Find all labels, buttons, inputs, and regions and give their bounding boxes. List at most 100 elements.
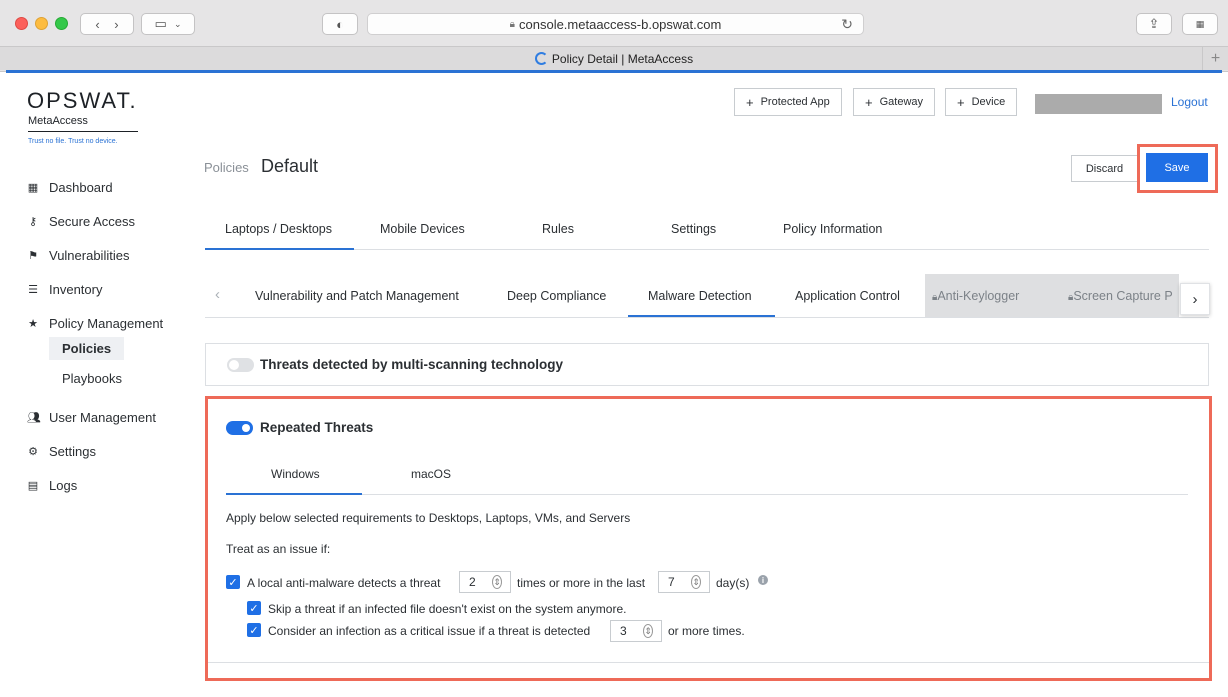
stepper-arrows-icon[interactable]: ⇕ [492, 575, 502, 589]
subtab-malware-detection[interactable]: Malware Detection [648, 289, 752, 303]
rule3-label: Consider an infection as a critical issu… [268, 624, 591, 638]
rule1-checkbox[interactable]: ✓ [226, 575, 240, 589]
back-forward-buttons[interactable]: ‹ › [80, 13, 134, 35]
opswat-logo: OPSWAT. [27, 88, 138, 113]
subtab-deep-compliance[interactable]: Deep Compliance [507, 289, 606, 303]
sidebar-item-label: Logs [49, 477, 78, 493]
chevron-left-icon[interactable]: ‹ [95, 17, 99, 32]
treat-as-issue-label: Treat as an issue if: [226, 542, 331, 556]
tab-laptops-desktops[interactable]: Laptops / Desktops [225, 222, 332, 236]
grid-icon: ▦ [1195, 18, 1205, 29]
new-tab-button[interactable]: + [1202, 47, 1228, 70]
threat-count-stepper[interactable]: 2 ⇕ [459, 571, 511, 593]
sidebar-toggle-button[interactable]: ▭ ⌄ [141, 13, 195, 35]
stepper-arrows-icon[interactable]: ⇕ [643, 624, 653, 638]
rule3-checkbox[interactable]: ✓ [247, 623, 261, 637]
chevron-right-icon[interactable]: › [114, 17, 118, 32]
sidebar-item-user-management[interactable]: 👥︎ User Management [27, 408, 156, 426]
tab-settings[interactable]: Settings [671, 222, 716, 236]
gear-icon: ⚙ [28, 445, 38, 458]
sidebar-item-vulnerabilities[interactable]: ⚑ Vulnerabilities [27, 246, 129, 264]
critical-count-stepper[interactable]: 3 ⇕ [610, 620, 662, 642]
multiscan-panel: Threats detected by multi-scanning techn… [205, 343, 1209, 386]
clipboard-icon: ▤ [27, 479, 39, 492]
privacy-shield-button[interactable]: ◐ [322, 13, 358, 35]
shield-icon: ◐ [336, 16, 344, 32]
breadcrumb[interactable]: Policies [204, 160, 249, 175]
days-unit-label: day(s) [716, 576, 750, 590]
sidebar-item-label: Dashboard [49, 179, 113, 195]
key-icon: ⚷ [28, 215, 38, 228]
grid-icon: ▦ [27, 181, 39, 194]
apply-description: Apply below selected requirements to Des… [226, 511, 631, 525]
sidebar-item-policy-management[interactable]: ★ Policy Management [27, 314, 163, 332]
rule1-label: A local anti-malware detects a threat [247, 576, 441, 590]
sidebar-subitem-policies[interactable]: Policies [49, 337, 125, 360]
plus-icon: + [957, 94, 965, 110]
app-top-border [6, 70, 1222, 73]
maximize-window-button[interactable] [55, 17, 68, 30]
multiscan-toggle[interactable] [227, 358, 254, 372]
sidebar-item-settings[interactable]: ⚙ Settings [27, 442, 96, 460]
tab-policy-information[interactable]: Policy Information [783, 222, 882, 236]
minimize-window-button[interactable] [35, 17, 48, 30]
rule2-label: Skip a threat if an infected file doesn'… [268, 602, 627, 616]
sidebar-subitem-playbooks[interactable]: Playbooks [49, 367, 135, 390]
sidebar-item-inventory[interactable]: ☰ Inventory [27, 280, 102, 298]
tab-mobile-devices[interactable]: Mobile Devices [380, 222, 465, 236]
sidebar-item-label: Inventory [49, 281, 103, 297]
days-stepper[interactable]: 7 ⇕ [658, 571, 710, 593]
tab-windows[interactable]: Windows [271, 467, 320, 481]
add-gateway-button[interactable]: + Gateway [853, 88, 936, 116]
save-button[interactable]: Save [1146, 153, 1208, 182]
page-title: Default [261, 156, 319, 176]
button-label: Gateway [879, 96, 924, 108]
rule2-checkbox[interactable]: ✓ [247, 601, 261, 615]
plus-icon: + [746, 94, 754, 110]
share-icon: ⇪ [1148, 16, 1160, 31]
reload-icon[interactable]: ↻ [841, 16, 853, 33]
tab-rules[interactable]: Rules [542, 222, 574, 236]
sidebar-item-secure-access[interactable]: ⚷ Secure Access [27, 212, 135, 230]
tab-macos[interactable]: macOS [411, 467, 451, 481]
sidebar-item-logs[interactable]: ▤ Logs [27, 476, 77, 494]
address-bar[interactable]: 🔒︎ console.metaaccess-b.opswat.com ↻ [367, 13, 864, 35]
add-device-button[interactable]: + Device [945, 88, 1018, 116]
subtab-anti-keylogger[interactable]: 🔒︎Anti-Keylogger [932, 289, 1019, 303]
logo-divider [28, 131, 138, 132]
discard-button[interactable]: Discard [1071, 155, 1138, 182]
close-window-button[interactable] [15, 17, 28, 30]
tab-overview-button[interactable]: ▦ [1182, 13, 1218, 35]
stepper-value: 2 [469, 575, 476, 589]
active-os-tab-indicator [226, 493, 362, 495]
rule3-suffix-label: or more times. [668, 624, 745, 638]
stepper-value: 3 [620, 624, 627, 638]
chevron-left-icon[interactable]: ‹ [215, 286, 220, 303]
browser-tab[interactable]: Policy Detail | MetaAccess + [0, 46, 1228, 70]
button-label: Device [971, 96, 1006, 108]
repeated-threats-toggle[interactable] [226, 421, 253, 435]
flag-icon: ⚑ [28, 249, 38, 262]
feature-tabs: ‹ Vulnerability and Patch Management Dee… [205, 274, 1210, 318]
sidebar-item-label: Vulnerabilities [49, 247, 130, 263]
info-icon[interactable]: i [758, 575, 768, 585]
subtab-label: Anti-Keylogger [937, 289, 1020, 303]
stepper-arrows-icon[interactable]: ⇕ [691, 575, 701, 589]
share-button[interactable]: ⇪ [1136, 13, 1172, 35]
subtab-screen-capture[interactable]: 🔒︎Screen Capture P [1068, 289, 1173, 303]
users-icon: 👥︎ [27, 411, 41, 424]
os-tabs: Windows macOS [226, 456, 1188, 495]
chevron-right-icon[interactable]: › [1180, 283, 1210, 315]
add-protected-app-button[interactable]: + Protected App [734, 88, 842, 116]
stepper-value: 7 [668, 575, 675, 589]
locked-tabs-area: 🔒︎Anti-Keylogger 🔒︎Screen Capture P [925, 274, 1179, 317]
list-icon: ☰ [28, 283, 38, 296]
lock-icon: 🔒︎ [509, 18, 515, 30]
sidebar-item-dashboard[interactable]: ▦ Dashboard [27, 178, 113, 196]
subtab-application-control[interactable]: Application Control [795, 289, 900, 303]
subtab-vulnerability-patch[interactable]: Vulnerability and Patch Management [255, 289, 459, 303]
active-subtab-indicator [628, 315, 775, 317]
logout-link[interactable]: Logout [1171, 95, 1208, 109]
sidebar-item-label: Secure Access [49, 213, 135, 229]
url-text: console.metaaccess-b.opswat.com [519, 16, 722, 32]
